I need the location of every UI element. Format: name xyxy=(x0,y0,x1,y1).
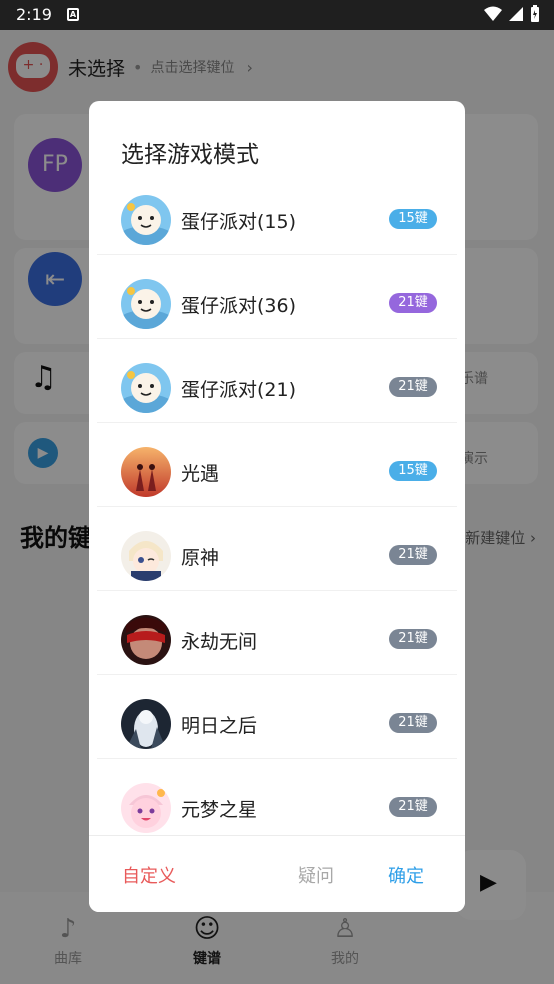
game-mode-row[interactable]: 永劫无间 21键 xyxy=(97,605,457,675)
confirm-button[interactable]: 确定 xyxy=(388,862,424,888)
battery-icon xyxy=(531,5,539,22)
eggy-party-icon xyxy=(121,363,171,413)
eggy-party-icon xyxy=(121,195,171,245)
a-notification-icon: A xyxy=(67,8,79,21)
custom-button[interactable]: 自定义 xyxy=(122,862,176,888)
key-count-badge: 21键 xyxy=(389,377,437,397)
game-mode-row[interactable]: 元梦之星 21键 xyxy=(97,773,457,843)
system-icons xyxy=(484,5,540,23)
sky-icon xyxy=(121,447,171,497)
wifi-icon xyxy=(484,6,502,21)
naraka-icon xyxy=(121,615,171,665)
eggy-party-icon xyxy=(121,279,171,329)
game-mode-name: 元梦之星 xyxy=(181,799,258,821)
lifeafter-icon xyxy=(121,699,171,749)
key-count-badge: 21键 xyxy=(389,797,437,817)
game-mode-name: 蛋仔派对(15) xyxy=(181,211,297,233)
game-mode-row[interactable]: 原神 21键 xyxy=(97,521,457,591)
key-count-badge: 21键 xyxy=(389,293,437,313)
dialog-title: 选择游戏模式 xyxy=(121,142,259,168)
game-mode-name: 原神 xyxy=(181,547,220,569)
game-mode-row[interactable]: 明日之后 21键 xyxy=(97,689,457,759)
dream-star-icon xyxy=(121,783,171,833)
key-count-badge: 21键 xyxy=(389,629,437,649)
game-mode-name: 蛋仔派对(21) xyxy=(181,379,297,401)
game-mode-list[interactable]: 蛋仔派对(15) 15键 蛋仔派对(36) 21键 蛋仔派对(21) 21键 光… xyxy=(89,185,465,912)
game-mode-row[interactable]: 光遇 15键 xyxy=(97,437,457,507)
status-bar: 2:19 A xyxy=(0,0,554,30)
help-button[interactable]: 疑问 xyxy=(298,862,334,888)
key-count-badge: 21键 xyxy=(389,713,437,733)
dialog-footer: 自定义 疑问 确定 xyxy=(89,835,465,912)
status-time: 2:19 xyxy=(16,5,52,24)
game-mode-row[interactable]: 蛋仔派对(36) 21键 xyxy=(97,269,457,339)
signal-icon xyxy=(509,7,523,21)
game-mode-dialog: 选择游戏模式 蛋仔派对(15) 15键 蛋仔派对(36) 21键 蛋仔派对(21… xyxy=(89,101,465,912)
key-count-badge: 21键 xyxy=(389,545,437,565)
game-mode-row[interactable]: 蛋仔派对(21) 21键 xyxy=(97,353,457,423)
game-mode-row[interactable]: 蛋仔派对(15) 15键 xyxy=(97,185,457,255)
key-count-badge: 15键 xyxy=(389,461,437,481)
key-count-badge: 15键 xyxy=(389,209,437,229)
genshin-icon xyxy=(121,531,171,581)
game-mode-name: 明日之后 xyxy=(181,715,258,737)
game-mode-name: 蛋仔派对(36) xyxy=(181,295,297,317)
game-mode-name: 永劫无间 xyxy=(181,631,258,653)
game-mode-name: 光遇 xyxy=(181,463,220,485)
